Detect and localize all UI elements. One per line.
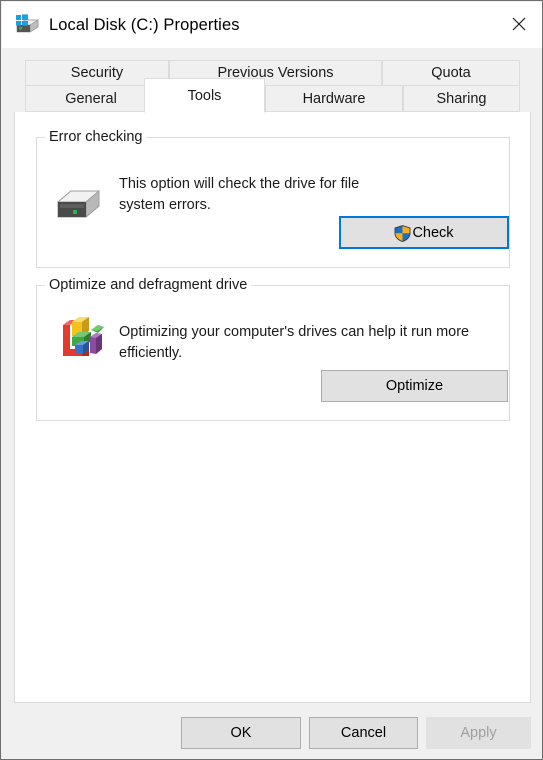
cancel-button-label: Cancel [340, 725, 387, 741]
system-drive-icon [14, 14, 40, 36]
tab-general[interactable]: General [25, 85, 157, 112]
defragment-icon [58, 313, 106, 366]
properties-dialog: Local Disk (C:) Properties Security Prev… [0, 0, 543, 760]
tab-content-panel: Error checking This option will check th… [14, 112, 531, 703]
tab-quota[interactable]: Quota [382, 60, 520, 86]
check-button[interactable]: Check [339, 216, 509, 249]
error-checking-group: Error checking This option will check th… [36, 129, 510, 268]
close-icon[interactable] [496, 2, 542, 46]
optimize-button-label: Optimize [385, 378, 444, 394]
apply-button-label: Apply [460, 725, 497, 741]
optimize-button[interactable]: Optimize [321, 370, 508, 402]
apply-button: Apply [426, 717, 531, 749]
optimize-group: Optimize and defragment drive Optimizing… [36, 277, 510, 421]
optimize-title: Optimize and defragment drive [45, 277, 252, 293]
title-bar: Local Disk (C:) Properties [2, 2, 542, 48]
optimize-description: Optimizing your computer's drives can he… [119, 324, 470, 361]
ok-button-label: OK [230, 725, 252, 741]
cancel-button[interactable]: Cancel [309, 717, 418, 749]
window-title: Local Disk (C:) Properties [49, 15, 240, 34]
tab-strip: Security Previous Versions Quota General… [1, 48, 542, 113]
dialog-footer: OK Cancel Apply [1, 703, 542, 759]
check-button-label: Check [412, 224, 454, 241]
tab-sharing[interactable]: Sharing [403, 85, 520, 112]
tab-hardware[interactable]: Hardware [265, 85, 403, 112]
tab-tools[interactable]: Tools [144, 78, 265, 113]
error-checking-title: Error checking [45, 129, 147, 145]
uac-shield-icon [394, 225, 411, 242]
ok-button[interactable]: OK [181, 717, 301, 749]
error-checking-description: This option will check the drive for fil… [119, 176, 360, 213]
hard-drive-icon [54, 180, 104, 225]
